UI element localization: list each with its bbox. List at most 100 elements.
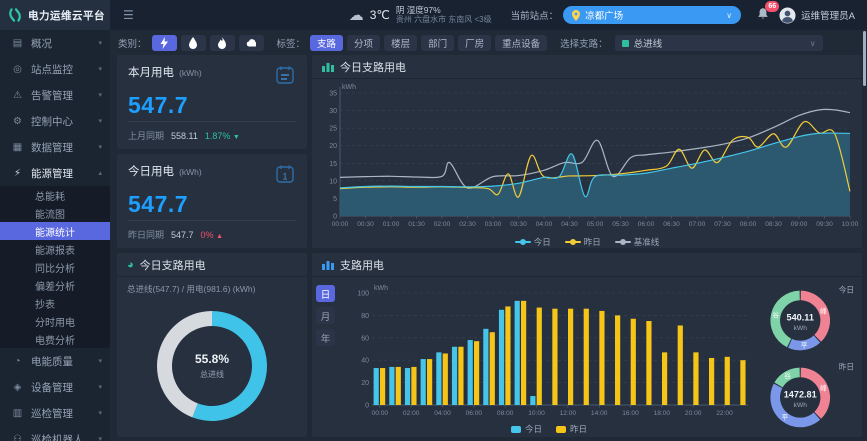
period-btn-0[interactable]: 日 (316, 285, 335, 302)
menu-icon: ▥ (11, 408, 24, 419)
sidebar-item-0[interactable]: ▤ 概况 ▾ (0, 30, 110, 56)
steam-icon (246, 37, 256, 49)
month-percent: 1.87% ▼ (205, 131, 240, 141)
chevron-down-icon: ▾ (98, 91, 102, 99)
svg-text:0: 0 (333, 214, 337, 221)
app-root: 电力运维云平台 ☰ ☁ 3℃ 阴 湿度97% 贵州 六盘水市 东南风 <3级 当… (0, 0, 867, 441)
branch-dropdown[interactable]: 总进线 ∨ (615, 35, 823, 51)
svg-text:09:30: 09:30 (816, 221, 833, 228)
menu-label: 电能质量 (31, 354, 98, 369)
bar-legend-item-1[interactable]: 昨日 (556, 423, 587, 435)
svg-text:平: 平 (801, 341, 808, 349)
svg-text:0: 0 (365, 403, 369, 410)
svg-text:07:30: 07:30 (714, 221, 731, 228)
tag-btn-0[interactable]: 支路 (310, 35, 343, 51)
menu-icon: ▤ (11, 38, 24, 49)
tag-btn-5[interactable]: 重点设备 (495, 35, 547, 51)
scrollbar-thumb[interactable] (863, 31, 866, 86)
svg-text:06:00: 06:00 (638, 221, 655, 228)
chevron-down-icon: ▾ (98, 143, 102, 151)
svg-text:昨日: 昨日 (839, 362, 854, 372)
sidebar-item-3[interactable]: ⚙ 控制中心 ▾ (0, 108, 110, 134)
user-menu[interactable]: 运维管理员A (779, 7, 855, 24)
period-btn-2[interactable]: 年 (316, 329, 335, 346)
period-btn-1[interactable]: 月 (316, 307, 335, 324)
svg-text:kWh: kWh (794, 325, 808, 332)
sidebar-item-5[interactable]: ⚡ 能源管理 ▴ (0, 160, 110, 186)
sidebar-item-2[interactable]: ⚠ 告警管理 ▾ (0, 82, 110, 108)
app-logo: 电力运维云平台 (0, 0, 110, 30)
submenu-item-4[interactable]: 同比分析 (0, 258, 110, 276)
notifications-button[interactable]: 66 (756, 7, 770, 23)
submenu-item-2[interactable]: 能源统计 (0, 222, 110, 240)
bar-legend-item-0[interactable]: 今日 (511, 423, 542, 435)
month-compare-label: 上月同期 (128, 129, 164, 142)
sidebar-item-9[interactable]: ⚇ 巡检机器人 ▾ (0, 426, 110, 441)
category-btn-electricity[interactable] (152, 35, 177, 51)
line-chart-svg: 05101520253035kWh00:0000:3001:0001:3002:… (314, 80, 859, 231)
svg-text:12:00: 12:00 (560, 410, 577, 417)
menu-label: 巡检机器人 (31, 432, 98, 441)
menu-icon: ◎ (11, 64, 24, 75)
svg-text:10: 10 (329, 178, 337, 185)
branch-color-swatch (622, 40, 629, 47)
legend-item-2[interactable]: 基准线 (615, 236, 660, 248)
sidebar-item-8[interactable]: ▥ 巡检管理 ▾ (0, 400, 110, 426)
menu-label: 巡检管理 (31, 406, 98, 421)
tag-btn-1[interactable]: 分项 (347, 35, 380, 51)
svg-text:1472.81: 1472.81 (784, 389, 817, 399)
legend-item-1[interactable]: 昨日 (565, 236, 601, 248)
submenu-item-0[interactable]: 总能耗 (0, 186, 110, 204)
svg-text:03:00: 03:00 (485, 221, 502, 228)
legend-item-0[interactable]: 今日 (515, 236, 551, 248)
svg-text:30: 30 (329, 108, 337, 115)
tag-buttons: 支路分项楼层部门厂房重点设备 (310, 35, 547, 51)
category-label: 类别： (118, 36, 147, 50)
menu-icon: ⚙ (11, 116, 24, 127)
site-dropdown[interactable]: 凉都广场 ∨ (563, 6, 741, 24)
sidebar-collapse-icon[interactable]: ☰ (123, 8, 134, 22)
svg-text:5: 5 (333, 196, 337, 203)
submenu-item-8[interactable]: 电费分析 (0, 330, 110, 348)
menu-label: 控制中心 (31, 114, 98, 129)
svg-text:22:00: 22:00 (716, 410, 733, 417)
svg-text:谷: 谷 (784, 371, 791, 380)
submenu-item-3[interactable]: 能源报表 (0, 240, 110, 258)
svg-text:15: 15 (329, 161, 337, 168)
menu-label: 能源管理 (31, 166, 98, 181)
submenu-item-7[interactable]: 分时用电 (0, 312, 110, 330)
tag-btn-4[interactable]: 厂房 (458, 35, 491, 51)
calendar-day-icon: 1 (274, 163, 296, 188)
category-btn-steam[interactable] (239, 35, 264, 51)
branch-donut-chart: 55.8% 总进线 (117, 295, 307, 437)
branch-label: 选择支路： (560, 36, 608, 50)
submenu-item-5[interactable]: 偏差分析 (0, 276, 110, 294)
stat-cards-column: 本月用电 (kWh) 547.7 上月同期 (117, 55, 307, 248)
svg-text:25: 25 (329, 126, 337, 133)
chevron-down-icon: ▾ (98, 435, 102, 441)
svg-text:01:30: 01:30 (408, 221, 425, 228)
svg-text:04:30: 04:30 (561, 221, 578, 228)
submenu-item-1[interactable]: 能流图 (0, 204, 110, 222)
sidebar-item-6[interactable]: ◔ 电能质量 ▾ (0, 348, 110, 374)
category-btn-gas[interactable] (210, 35, 235, 51)
period-buttons: 日月年 (316, 281, 344, 435)
svg-text:08:30: 08:30 (765, 221, 782, 228)
tag-btn-2[interactable]: 楼层 (384, 35, 417, 51)
cloud-icon: ☁ (349, 8, 364, 23)
svg-text:10:00: 10:00 (528, 410, 545, 417)
bar-chart-icon (322, 259, 334, 270)
sidebar-item-1[interactable]: ◎ 站点监控 ▾ (0, 56, 110, 82)
tag-btn-3[interactable]: 部门 (421, 35, 454, 51)
svg-text:08:00: 08:00 (740, 221, 757, 228)
sidebar-item-4[interactable]: ▦ 数据管理 ▾ (0, 134, 110, 160)
svg-text:40: 40 (361, 358, 369, 365)
branch-value: 总进线 (634, 36, 663, 50)
chevron-down-icon: ▾ (98, 357, 102, 365)
avatar (779, 7, 796, 24)
category-btn-water[interactable] (181, 35, 206, 51)
svg-text:00:00: 00:00 (332, 221, 349, 228)
sidebar-item-7[interactable]: ◈ 设备管理 ▾ (0, 374, 110, 400)
day-card-unit: (kWh) (179, 167, 202, 177)
submenu-item-6[interactable]: 抄表 (0, 294, 110, 312)
